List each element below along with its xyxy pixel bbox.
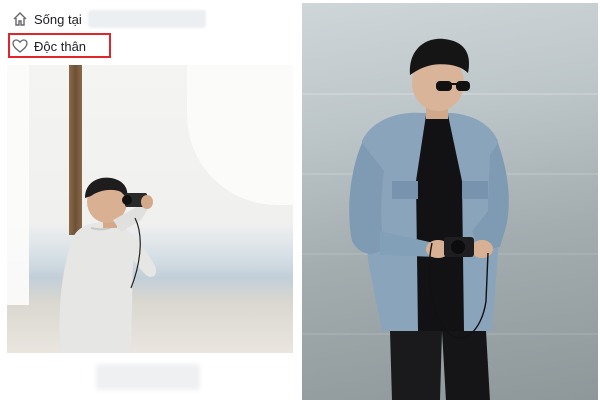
man-with-camera-figure <box>59 177 157 353</box>
profile-panel: Sống tại Độc thân <box>0 0 300 404</box>
redacted-caption <box>96 364 200 390</box>
lake-photo[interactable] <box>302 3 598 400</box>
curtain-right <box>187 65 293 205</box>
lives-in-row: Sống tại <box>12 8 206 30</box>
home-icon <box>13 12 27 26</box>
beach-photo[interactable] <box>7 65 293 353</box>
man-in-denim-jacket-figure <box>349 38 509 400</box>
redacted-location <box>87 10 206 28</box>
lives-in-label: Sống tại <box>34 11 82 27</box>
curtain-left <box>7 65 29 305</box>
highlight-box <box>8 33 111 58</box>
